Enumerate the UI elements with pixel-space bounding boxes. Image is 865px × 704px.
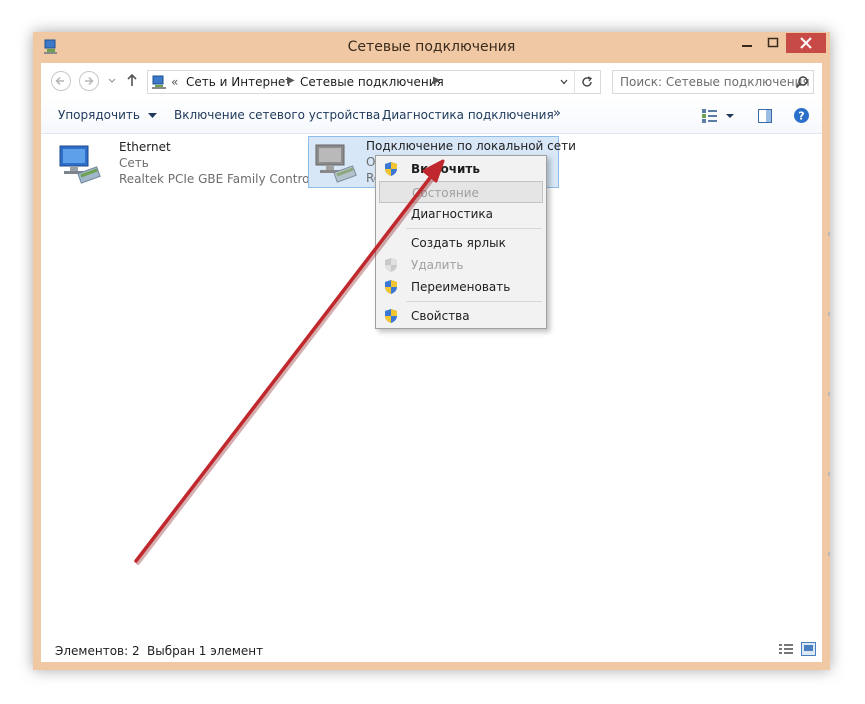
connection-tile-ethernet[interactable]: Ethernet Сеть Realtek PCIe GBE Family Co… xyxy=(53,138,328,186)
menu-item-create-shortcut[interactable]: Создать ярлык xyxy=(377,232,545,254)
view-options-icon[interactable] xyxy=(701,108,735,124)
explorer-window: Сетевые подключения « Сеть и Интернет ▶ … xyxy=(33,32,830,670)
organize-label: Упорядочить xyxy=(58,108,140,122)
command-bar: Упорядочить Включение сетевого устройств… xyxy=(41,99,822,134)
shield-icon xyxy=(385,280,397,294)
refresh-icon[interactable] xyxy=(580,75,594,89)
context-menu: Включить Состояние Диагностика Создать я… xyxy=(375,155,547,329)
chevron-down-icon[interactable] xyxy=(559,77,569,87)
shield-icon xyxy=(385,258,397,272)
connection-adapter: Realtek PCIe GBE Family Controller xyxy=(119,172,329,186)
breadcrumb-separator-icon[interactable]: ▶ xyxy=(433,75,441,86)
network-folder-icon xyxy=(152,75,166,89)
search-icon[interactable] xyxy=(795,75,809,89)
svg-text:?: ? xyxy=(798,110,804,123)
address-field[interactable]: « Сеть и Интернет ▶ Сетевые подключения … xyxy=(147,70,601,94)
arrow-left-icon xyxy=(55,76,64,86)
menu-item-label: Диагностика xyxy=(411,207,494,221)
menu-item-status[interactable]: Состояние xyxy=(379,181,543,203)
connection-name: Подключение по локальной сети xyxy=(366,139,576,153)
menu-item-label: Состояние xyxy=(412,186,479,200)
search-placeholder: Поиск: Сетевые подключения xyxy=(620,75,810,89)
arrow-right-icon xyxy=(85,76,94,86)
menu-item-enable[interactable]: Включить xyxy=(377,158,545,180)
shield-icon xyxy=(385,162,397,176)
chevron-down-icon[interactable] xyxy=(107,75,117,85)
menu-item-properties[interactable]: Свойства xyxy=(377,305,545,327)
network-adapter-icon xyxy=(59,145,101,184)
breadcrumb-network-connections[interactable]: Сетевые подключения xyxy=(300,75,444,89)
breadcrumb-overflow[interactable]: « xyxy=(171,75,178,89)
breadcrumb-separator-icon[interactable]: ▶ xyxy=(287,75,295,86)
menu-item-label: Создать ярлык xyxy=(411,236,506,250)
menu-separator xyxy=(406,228,542,229)
address-bar: « Сеть и Интернет ▶ Сетевые подключения … xyxy=(41,63,822,99)
more-commands-button[interactable]: » xyxy=(553,106,561,121)
menu-item-label: Удалить xyxy=(411,258,464,272)
organize-button[interactable]: Упорядочить xyxy=(58,108,157,122)
menu-separator xyxy=(406,301,542,302)
menu-item-diagnose[interactable]: Диагностика xyxy=(377,203,545,225)
caret-down-icon xyxy=(147,112,157,118)
window-content: « Сеть и Интернет ▶ Сетевые подключения … xyxy=(41,63,822,662)
diagnose-button[interactable]: Диагностика подключения xyxy=(382,108,554,122)
help-icon[interactable]: ? xyxy=(793,107,810,124)
enable-device-button[interactable]: Включение сетевого устройства xyxy=(174,108,380,122)
minimize-button[interactable] xyxy=(734,33,760,53)
connection-name: Ethernet xyxy=(119,140,171,154)
tiles-view-icon[interactable] xyxy=(801,642,816,656)
breadcrumb-network-internet[interactable]: Сеть и Интернет xyxy=(186,75,292,89)
menu-item-delete[interactable]: Удалить xyxy=(377,254,545,276)
menu-item-label: Включить xyxy=(411,162,480,176)
maximize-icon xyxy=(767,37,779,48)
connection-network: Сеть xyxy=(119,156,149,170)
back-button[interactable] xyxy=(51,71,71,91)
shield-icon xyxy=(385,309,397,323)
details-view-icon[interactable] xyxy=(779,643,793,656)
search-input[interactable]: Поиск: Сетевые подключения xyxy=(612,70,814,94)
menu-item-label: Переименовать xyxy=(411,280,511,294)
scrollbar-edge[interactable] xyxy=(828,112,830,582)
preview-pane-icon[interactable] xyxy=(757,108,773,124)
item-count: Элементов: 2 xyxy=(55,644,140,658)
close-icon xyxy=(800,37,812,49)
selection-count: Выбран 1 элемент xyxy=(147,644,264,658)
arrow-up-icon[interactable] xyxy=(125,72,139,88)
close-button[interactable] xyxy=(786,33,826,53)
window-title: Сетевые подключения xyxy=(347,39,516,55)
network-adapter-disabled-icon xyxy=(315,144,357,183)
maximize-button[interactable] xyxy=(760,33,786,53)
forward-button[interactable] xyxy=(79,71,99,91)
menu-item-label: Свойства xyxy=(411,309,470,323)
minimize-icon xyxy=(742,45,752,47)
divider xyxy=(574,71,575,93)
menu-item-rename[interactable]: Переименовать xyxy=(377,276,545,298)
title-bar[interactable]: Сетевые подключения xyxy=(33,32,830,62)
status-bar: Элементов: 2 Выбран 1 элемент xyxy=(41,637,822,662)
